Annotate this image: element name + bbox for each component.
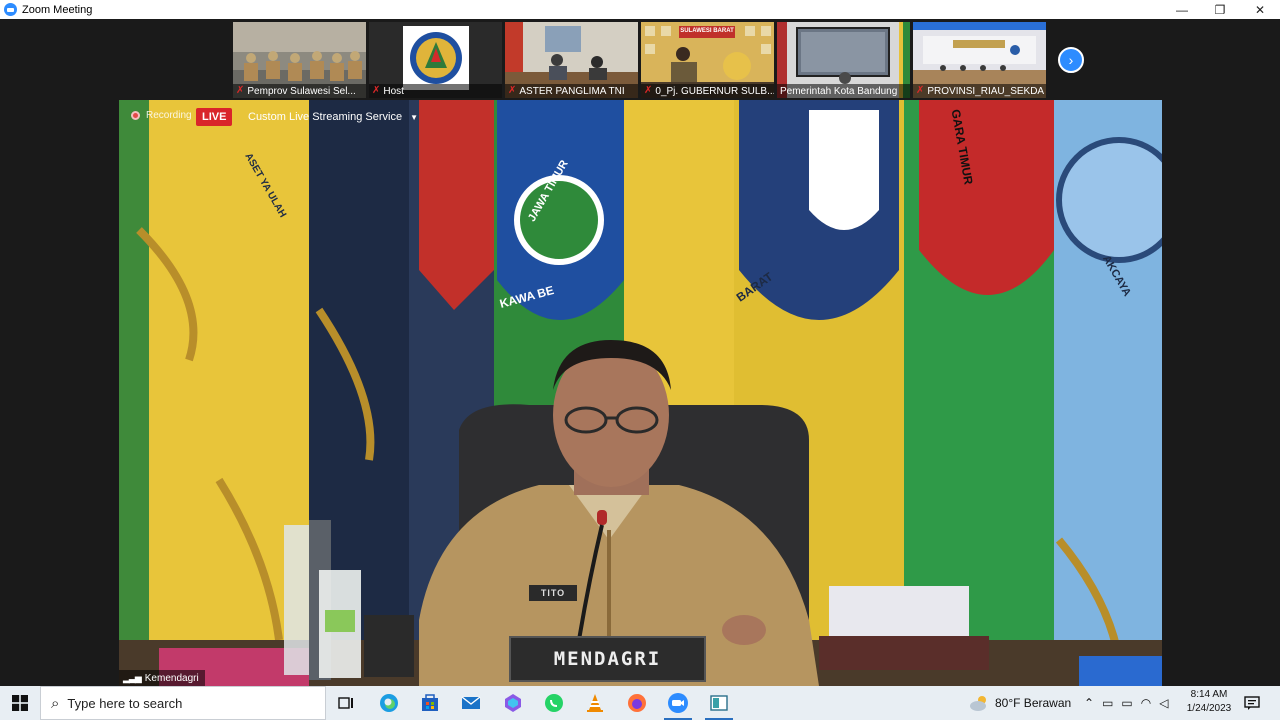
mic-muted-icon: ✗ [236,85,245,96]
taskbar-copilot[interactable] [493,686,533,720]
chevron-up-icon[interactable]: ⌃ [1084,696,1094,710]
volume-icon[interactable]: ◁ [1159,696,1168,710]
mic-muted-icon: ✗ [916,85,925,96]
nameplate-text: MENDAGRI [553,648,662,670]
firefox-icon [628,694,646,712]
desk-nameplate: MENDAGRI [509,636,706,682]
title-bar: Zoom Meeting — ❐ ✕ [0,0,1280,19]
whatsapp-icon [545,694,563,712]
speaker-name: Kemendagri [144,672,199,684]
maximize-button[interactable]: ❐ [1200,0,1240,19]
system-tray: ⌃ ▭ ▭ ◠ ◁ [1084,686,1168,720]
zoom-icon [668,693,688,713]
taskbar-search-box[interactable]: ⌕ Type here to search [40,686,326,720]
weather-text: 80°F Berawan [995,696,1072,710]
participant-label: ✗ PROVINSI_RIAU_SEKDA [913,84,1046,98]
taskbar-window[interactable] [699,686,739,720]
task-view-icon [338,697,353,709]
participant-tile[interactable]: ✗ Pemprov Sulawesi Sel... [233,22,366,98]
taskbar-firefox[interactable] [617,686,657,720]
windows-logo-icon [12,695,28,711]
participant-name: PROVINSI_RIAU_SEKDA [927,85,1045,97]
colorful-app-icon [505,694,521,712]
live-stream-menu[interactable]: Custom Live Streaming Service ▼ [244,108,422,126]
stream-service-label: Custom Live Streaming Service [248,111,403,123]
signal-bars-icon: ▂▃▅ [123,672,142,683]
taskbar-zoom[interactable] [658,686,698,720]
mic-muted-icon: ✗ [644,85,653,96]
clock-date: 1/24/2023 [1186,703,1232,714]
participant-tile[interactable]: SULAWESI BARAT ✗ 0_Pj. GUBERNUR SULB... [641,22,774,98]
participant-name: Pemprov Sulawesi Sel... [247,85,356,97]
search-placeholder: Type here to search [67,695,183,711]
record-dot-icon [131,111,140,120]
notification-icon [1244,696,1260,710]
clock-time: 8:14 AM [1190,689,1228,700]
participant-label: ✗ Host [369,84,502,98]
search-icon: ⌕ [51,694,60,712]
notifications-button[interactable] [1234,686,1270,720]
participant-name: ASTER PANGLIMA TNI [519,85,625,97]
minimize-button[interactable]: — [1162,0,1202,19]
task-view-button[interactable] [326,686,366,720]
recording-indicator[interactable]: Recording [131,110,192,121]
taskbar-whatsapp[interactable] [534,686,574,720]
participant-label: Pemerintah Kota Bandung [777,84,910,98]
live-badge[interactable]: LIVE [196,108,233,126]
zoom-app-icon [4,3,17,16]
mic-muted-icon: ✗ [372,85,381,96]
participant-name: Pemerintah Kota Bandung [780,85,898,97]
window-app-icon [710,695,728,711]
participant-name: 0_Pj. GUBERNUR SULB... [655,85,774,97]
window-title: Zoom Meeting [22,3,93,16]
taskbar-edge[interactable] [369,686,409,720]
next-page-button[interactable]: › [1058,47,1084,73]
mail-icon [461,696,481,709]
taskbar-clock[interactable]: 8:14 AM 1/24/2023 [1180,688,1238,716]
participant-label: ✗ Pemprov Sulawesi Sel... [233,84,366,98]
overlay-banner-text: SULAWESI BARAT [680,28,734,34]
participant-label: ✗ ASTER PANGLIMA TNI [505,84,638,98]
uniform-name-tag: TITO [529,585,577,601]
participant-name: Host [383,85,404,97]
participant-tile[interactable]: ✗ ASTER PANGLIMA TNI [505,22,638,98]
speaker-video-frame [119,100,1162,686]
close-button[interactable]: ✕ [1240,0,1280,19]
taskbar-mail[interactable] [451,686,491,720]
caret-down-icon: ▼ [410,112,418,122]
cloud-sun-icon [970,696,986,711]
recording-label: Recording [146,110,192,121]
store-icon [422,694,438,711]
meeting-area: ✗ Pemprov Sulawesi Sel... ✗ Host ✗ ASTER… [0,19,1280,686]
weather-widget[interactable]: 80°F Berawan [968,686,1071,720]
participant-tile[interactable]: ✗ Host [369,22,502,98]
battery-icon[interactable]: ▭ [1121,696,1132,710]
wifi-icon[interactable]: ◠ [1141,696,1151,710]
taskbar-store[interactable] [410,686,450,720]
mic-muted-icon: ✗ [508,85,517,96]
taskbar-vlc[interactable] [575,686,615,720]
participant-tile[interactable]: ✗ PROVINSI_RIAU_SEKDA [913,22,1046,98]
active-speaker-video: TITO JAWA TIMUR KAWA BE BARAT GARA TIMUR… [119,100,1162,686]
participant-label: ✗ 0_Pj. GUBERNUR SULB... [641,84,774,98]
participant-tile[interactable]: Pemerintah Kota Bandung [777,22,910,98]
start-button[interactable] [0,686,40,720]
edge-browser-icon [380,694,398,712]
chevron-right-icon: › [1068,52,1074,68]
speaker-name-label: ▂▃▅ Kemendagri [119,670,205,686]
meet-now-icon[interactable]: ▭ [1102,696,1113,710]
vlc-cone-icon [587,694,603,712]
